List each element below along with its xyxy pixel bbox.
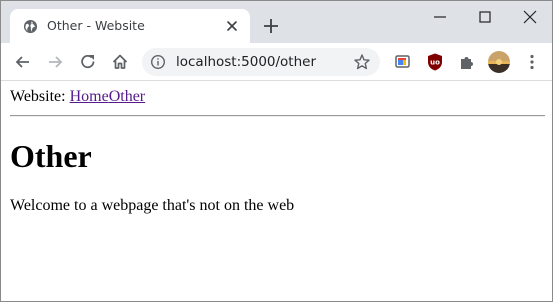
page-body-text: Welcome to a webpage that's not on the w…: [10, 197, 295, 214]
menu-kebab-icon[interactable]: [522, 52, 542, 72]
profile-avatar[interactable]: [488, 51, 510, 73]
nav-link-home[interactable]: Home: [70, 88, 109, 105]
reload-icon[interactable]: [78, 52, 98, 72]
site-nav: Website: HomeOther: [10, 88, 145, 106]
page-title: Other: [10, 138, 92, 174]
browser-toolbar: localhost:5000/other uo: [1, 43, 552, 81]
close-window-icon[interactable]: [520, 7, 540, 27]
site-nav-prefix: Website:: [10, 88, 66, 105]
home-icon[interactable]: [110, 52, 130, 72]
browser-window: Other - Website localhost:5000/other uo …: [0, 0, 553, 302]
nav-link-other[interactable]: Other: [109, 88, 145, 105]
svg-text:uo: uo: [430, 59, 440, 67]
maximize-icon[interactable]: [475, 7, 495, 27]
minimize-icon[interactable]: [430, 7, 450, 27]
bookmark-star-icon[interactable]: [353, 53, 371, 71]
divider: [10, 115, 545, 117]
extensions-puzzle-icon[interactable]: [457, 52, 477, 72]
address-bar[interactable]: localhost:5000/other: [142, 48, 380, 76]
tab-active[interactable]: Other - Website: [10, 9, 250, 43]
tab-title: Other - Website: [47, 18, 145, 33]
cast-extension-icon[interactable]: [393, 52, 413, 72]
new-tab-icon[interactable]: [262, 17, 280, 35]
avatar-image: [488, 51, 510, 73]
tab-strip: Other - Website: [1, 1, 552, 43]
back-icon[interactable]: [13, 52, 33, 72]
page-content: Website: HomeOther Other Welcome to a we…: [1, 82, 552, 301]
info-icon[interactable]: [150, 54, 166, 70]
close-tab-icon[interactable]: [224, 18, 240, 34]
ublock-origin-icon[interactable]: uo: [425, 52, 445, 72]
forward-icon[interactable]: [45, 52, 65, 72]
address-url[interactable]: localhost:5000/other: [176, 54, 316, 70]
globe-icon: [23, 19, 38, 34]
